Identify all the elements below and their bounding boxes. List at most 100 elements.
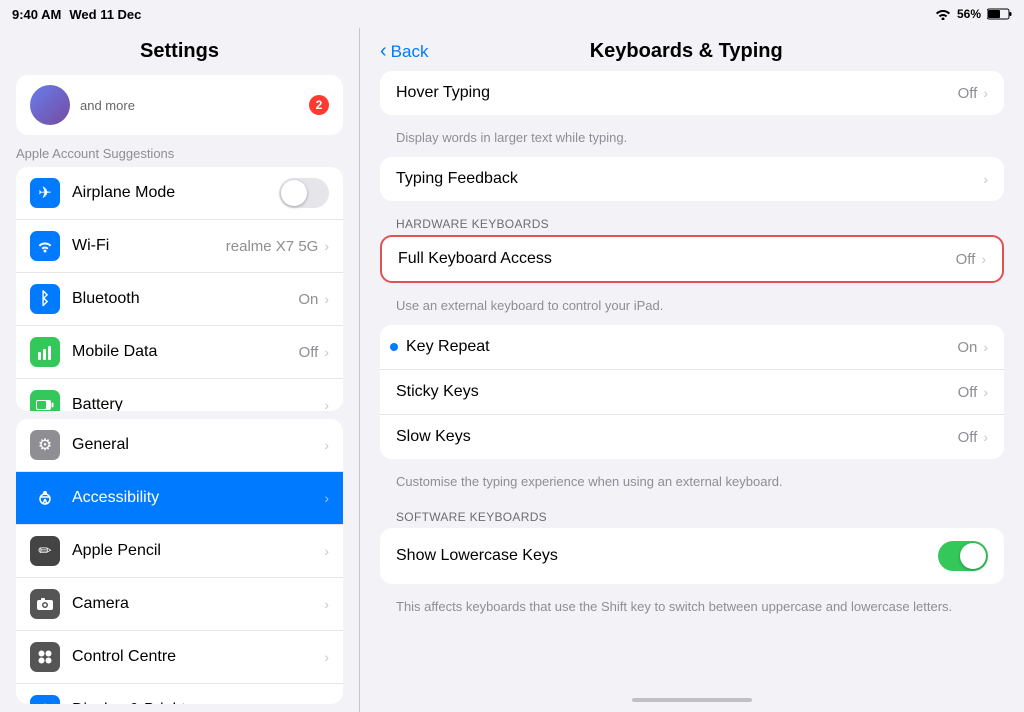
camera-icon [30,589,60,619]
key-repeat-row[interactable]: Key Repeat On › [380,325,1004,370]
wifi-chevron: › [324,238,329,254]
full-keyboard-note: Use an external keyboard to control your… [380,291,1004,325]
applepencil-label: Apple Pencil [72,542,324,560]
hover-typing-note: Display words in larger text while typin… [380,123,1004,157]
sidebar-item-general[interactable]: ⚙ General › [16,419,343,472]
sidebar-item-bluetooth[interactable]: ᛒ Bluetooth On › [16,273,343,326]
full-keyboard-label: Full Keyboard Access [398,250,956,268]
applepencil-chevron: › [324,543,329,559]
general-chevron: › [324,437,329,453]
apple-account-card[interactable]: and more 2 [16,75,343,135]
controlcentre-icon [30,642,60,672]
mobile-value: Off [299,344,319,361]
airplane-label: Airplane Mode [72,184,279,202]
typing-feedback-row[interactable]: Typing Feedback › [380,157,1004,201]
bluetooth-chevron: › [324,291,329,307]
show-lowercase-toggle[interactable] [938,541,988,571]
hover-typing-chevron: › [983,85,988,101]
status-bar: 9:40 AM Wed 11 Dec 56% [0,0,1024,28]
mobile-label: Mobile Data [72,343,299,361]
display-icon: ☀ [30,695,60,704]
network-settings-group: ✈ Airplane Mode Wi-Fi realme X7 5G › ᛒ B… [16,167,343,411]
typing-feedback-label: Typing Feedback [396,170,983,188]
show-lowercase-note: This affects keyboards that use the Shif… [380,592,1004,626]
main-container: Settings and more 2 Apple Account Sugges… [0,28,1024,712]
hover-typing-value: Off [958,85,978,102]
battery-label: Battery [72,396,324,411]
controlcentre-label: Control Centre [72,648,324,666]
full-keyboard-card: Full Keyboard Access Off › [380,235,1004,283]
full-keyboard-row[interactable]: Full Keyboard Access Off › [382,237,1002,281]
status-left: 9:40 AM Wed 11 Dec [12,7,141,22]
show-lowercase-row[interactable]: Show Lowercase Keys [380,528,1004,584]
sidebar-item-airplane[interactable]: ✈ Airplane Mode [16,167,343,220]
sidebar-item-display[interactable]: ☀ Display & Brightness › [16,684,343,704]
wifi-icon [935,8,951,20]
sticky-keys-label: Sticky Keys [396,383,958,401]
right-panel-title: Keyboards & Typing [428,40,944,63]
battery-icon [987,8,1012,20]
bottom-bar [360,692,1024,712]
keyboard-options-card: Key Repeat On › Sticky Keys Off › Slow K… [380,325,1004,459]
time: 9:40 AM [12,7,61,22]
display-label: Display & Brightness [72,701,324,704]
slow-keys-value: Off [958,429,978,446]
mobile-icon [30,337,60,367]
bluetooth-label: Bluetooth [72,290,298,308]
slow-keys-label: Slow Keys [396,428,958,446]
bluetooth-value: On [298,291,318,308]
sidebar-item-applepencil[interactable]: ✏ Apple Pencil › [16,525,343,578]
mobile-chevron: › [324,344,329,360]
display-chevron: › [324,702,329,704]
key-repeat-value: On [957,339,977,356]
full-keyboard-value: Off [956,251,976,268]
slow-keys-chevron: › [983,429,988,445]
sticky-keys-value: Off [958,384,978,401]
sidebar-item-wifi[interactable]: Wi-Fi realme X7 5G › [16,220,343,273]
battery-settings-icon [30,390,60,411]
software-section-header: SOFTWARE KEYBOARDS [380,502,1004,528]
sidebar-item-controlcentre[interactable]: Control Centre › [16,631,343,684]
right-content: Hover Typing Off › Display words in larg… [360,71,1024,692]
apple-account-subtitle: and more [80,98,135,113]
wifi-value: realme X7 5G [226,238,319,255]
sidebar-item-accessibility[interactable]: Accessibility › [16,472,343,525]
key-repeat-label: Key Repeat [406,338,957,356]
notification-badge: 2 [309,95,329,115]
camera-label: Camera [72,595,324,613]
date: Wed 11 Dec [69,7,141,22]
airplane-toggle[interactable] [279,178,329,208]
airplane-icon: ✈ [30,178,60,208]
general-icon: ⚙ [30,430,60,460]
applepencil-icon: ✏ [30,536,60,566]
sidebar-title: Settings [0,28,359,71]
sidebar-item-camera[interactable]: Camera › [16,578,343,631]
typing-feedback-chevron: › [983,171,988,187]
accessibility-label: Accessibility [72,489,324,507]
wifi-settings-icon [30,231,60,261]
status-right: 56% [935,7,1012,21]
sidebar-item-mobile[interactable]: Mobile Data Off › [16,326,343,379]
apple-account-label: Apple Account Suggestions [0,143,359,167]
hardware-section-header: HARDWARE KEYBOARDS [380,209,1004,235]
hover-typing-row[interactable]: Hover Typing Off › [380,71,1004,115]
typing-feedback-card: Typing Feedback › [380,157,1004,201]
sidebar-item-battery[interactable]: Battery › [16,379,343,411]
controlcentre-chevron: › [324,649,329,665]
bluetooth-icon: ᛒ [30,284,60,314]
accessibility-icon [30,483,60,513]
slow-keys-row[interactable]: Slow Keys Off › [380,415,1004,459]
battery-percentage: 56% [957,7,981,21]
sticky-keys-row[interactable]: Sticky Keys Off › [380,370,1004,415]
wifi-label: Wi-Fi [72,237,226,255]
accessibility-chevron: › [324,490,329,506]
back-chevron: ‹ [380,40,387,63]
slow-keys-note: Customise the typing experience when usi… [380,467,1004,501]
general-label: General [72,436,324,454]
avatar [30,85,70,125]
back-button[interactable]: ‹ Back [380,40,428,63]
hover-typing-card: Hover Typing Off › [380,71,1004,115]
show-lowercase-card: Show Lowercase Keys [380,528,1004,584]
right-header: ‹ Back Keyboards & Typing [360,28,1024,71]
sticky-keys-chevron: › [983,384,988,400]
